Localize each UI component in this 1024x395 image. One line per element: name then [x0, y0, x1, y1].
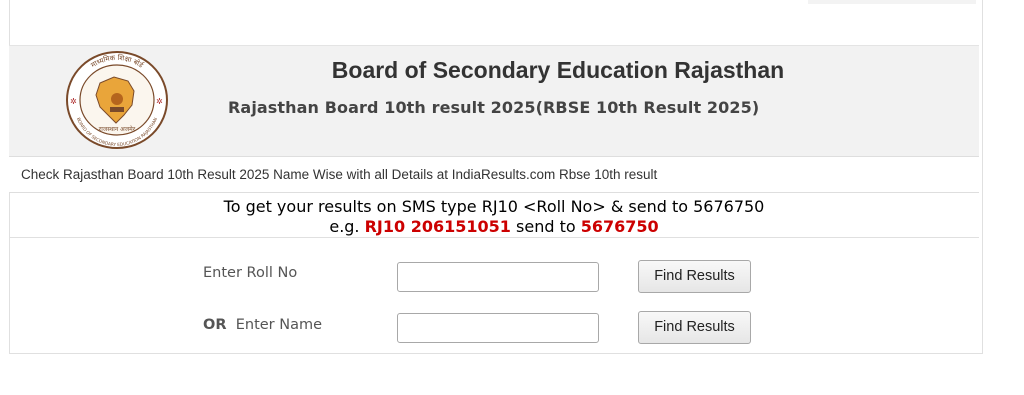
name-label-group: OR Enter Name: [203, 317, 322, 333]
info-text: Check Rajasthan Board 10th Result 2025 N…: [21, 167, 658, 182]
find-results-name-button[interactable]: Find Results: [638, 311, 751, 344]
logo-left-mark: ✲: [70, 97, 77, 106]
roll-no-input[interactable]: [397, 262, 599, 292]
logo-bottom-text: राजस्थान अजमेर: [99, 125, 136, 133]
sms-line-1: To get your results on SMS type RJ10 <Ro…: [223, 197, 765, 216]
name-label: Enter Name: [235, 317, 323, 333]
logo-right-mark: ✲: [156, 97, 163, 106]
info-bar: Check Rajasthan Board 10th Result 2025 N…: [9, 156, 979, 193]
sms-example-mid: send to: [510, 217, 581, 236]
board-title: Board of Secondary Education Rajasthan: [331, 57, 785, 83]
roll-no-label: Enter Roll No: [203, 265, 298, 281]
sms-example-code: RJ10 206151051: [364, 217, 511, 236]
name-input[interactable]: [397, 313, 599, 343]
sms-example-number: 5676750: [580, 217, 659, 236]
sms-example-prefix: e.g.: [329, 217, 365, 236]
sms-line-2: e.g. RJ10 206151051 send to 5676750: [9, 217, 979, 236]
or-label: OR: [203, 317, 227, 333]
sms-instructions: To get your results on SMS type RJ10 <Ro…: [9, 194, 979, 238]
find-results-roll-button[interactable]: Find Results: [638, 260, 751, 293]
board-subtitle: Rajasthan Board 10th result 2025(RBSE 10…: [228, 98, 760, 117]
header: माध्यमिक शिक्षा बोर्ड BOARD OF SECONDARY…: [9, 45, 979, 156]
